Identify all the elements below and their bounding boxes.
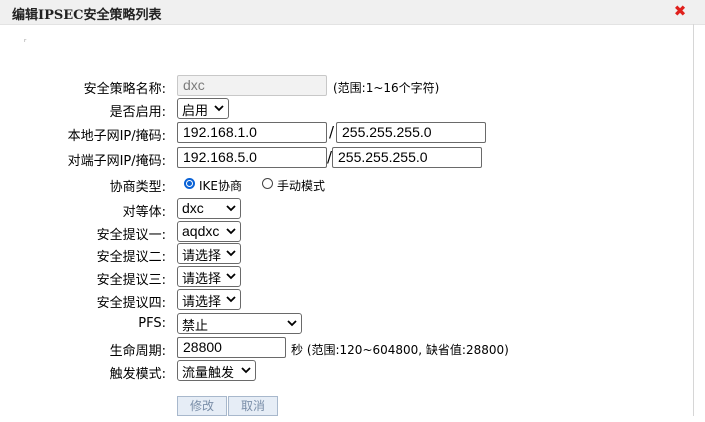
policy-name-hint: (范围:1~16个字符) xyxy=(333,81,440,95)
remote-ip-input[interactable]: 192.168.5.0 xyxy=(177,147,327,168)
peer-select[interactable]: dxc xyxy=(177,198,241,219)
chevron-down-icon xyxy=(226,250,236,257)
local-mask-input[interactable]: 255.255.255.0 xyxy=(336,122,486,143)
dialog-title: 编辑IPSEC安全策略列表 xyxy=(12,8,162,23)
pfs-select[interactable]: 禁止 xyxy=(177,313,302,334)
dialog-titlebar: 编辑IPSEC安全策略列表 ✖ xyxy=(0,0,705,25)
chevron-down-icon xyxy=(241,367,251,374)
policy-name-input: dxc xyxy=(177,75,327,96)
proposal1-select-value: aqdxc xyxy=(182,223,220,239)
enabled-select[interactable]: 启用 xyxy=(177,98,229,119)
chevron-down-icon xyxy=(226,228,236,235)
manual-radio-label: 手动模式 xyxy=(277,179,326,193)
ike-radio-label: IKE协商 xyxy=(199,179,242,193)
enabled-select-value: 启用 xyxy=(182,104,209,119)
proposal4-label: 安全提议四: xyxy=(96,296,166,311)
pfs-label: PFS: xyxy=(138,316,166,331)
negotiation-label: 协商类型: xyxy=(109,180,166,195)
remote-mask-input[interactable]: 255.255.255.0 xyxy=(332,147,482,168)
chevron-down-icon xyxy=(226,296,236,303)
proposal1-label: 安全提议一: xyxy=(96,228,166,243)
peer-select-value: dxc xyxy=(182,200,204,216)
lifetime-label: 生命周期: xyxy=(109,344,166,359)
lifetime-input[interactable]: 28800 xyxy=(177,337,286,358)
proposal3-select-value: 请选择 xyxy=(182,272,222,287)
trigger-select[interactable]: 流量触发 xyxy=(177,360,256,381)
local-ip-input[interactable]: 192.168.1.0 xyxy=(177,122,327,143)
enabled-label: 是否启用: xyxy=(109,105,166,120)
proposal2-label: 安全提议二: xyxy=(96,250,166,265)
ike-radio[interactable] xyxy=(184,178,195,189)
pfs-select-value: 禁止 xyxy=(182,319,209,334)
remote-subnet-label: 对端子网IP/掩码: xyxy=(67,154,166,169)
decorative-mark: ʳ xyxy=(24,38,27,48)
manual-radio[interactable] xyxy=(262,178,273,189)
lifetime-hint: 秒 (范围:120~604800, 缺省值:28800) xyxy=(291,343,509,357)
chevron-down-icon xyxy=(287,320,297,327)
ipsec-policy-dialog: 编辑IPSEC安全策略列表 ✖ ʳ 安全策略名称: dxc (范围:1~16个字… xyxy=(0,0,705,422)
chevron-down-icon xyxy=(214,105,224,112)
proposal1-select[interactable]: aqdxc xyxy=(177,221,241,242)
proposal3-select[interactable]: 请选择 xyxy=(177,266,241,287)
proposal4-select[interactable]: 请选择 xyxy=(177,289,241,310)
local-subnet-separator: / xyxy=(329,123,335,141)
chevron-down-icon xyxy=(226,205,236,212)
cancel-button[interactable]: 取消 xyxy=(228,396,278,416)
trigger-label: 触发模式: xyxy=(109,367,166,382)
proposal3-label: 安全提议三: xyxy=(96,273,166,288)
proposal2-select-value: 请选择 xyxy=(182,249,222,264)
close-icon[interactable]: ✖ xyxy=(672,3,688,19)
peer-label: 对等体: xyxy=(122,205,166,220)
modify-button[interactable]: 修改 xyxy=(177,396,227,416)
proposal4-select-value: 请选择 xyxy=(182,295,222,310)
local-subnet-label: 本地子网IP/掩码: xyxy=(67,129,166,144)
policy-name-label: 安全策略名称: xyxy=(83,82,166,97)
trigger-select-value: 流量触发 xyxy=(182,366,235,381)
proposal2-select[interactable]: 请选择 xyxy=(177,243,241,264)
dialog-right-border xyxy=(693,24,694,416)
chevron-down-icon xyxy=(226,273,236,280)
